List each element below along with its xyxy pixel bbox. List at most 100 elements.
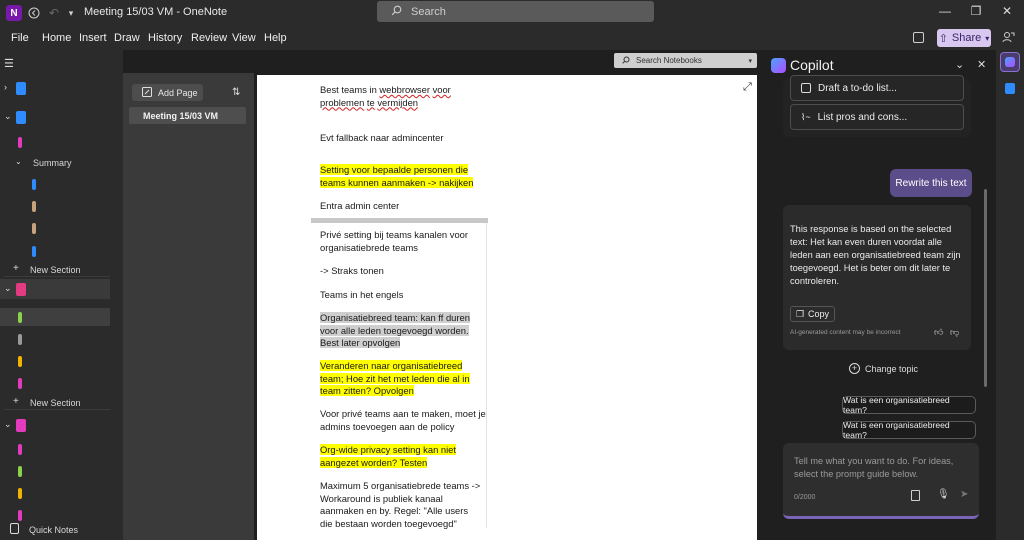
section-group-summary[interactable]: ⌄ Summary [0, 154, 110, 174]
quick-notes-icon [10, 523, 19, 534]
notebook-navigation: ☰ › ⌄ ⌄ Summary + New Section ⌄ + New Se… [0, 50, 123, 540]
minimize-icon[interactable]: — [935, 4, 955, 22]
copilot-input-placeholder: Tell me what you want to do. For ideas, … [794, 456, 954, 479]
note-paragraph[interactable]: Org-wide privacy setting kan niet aangez… [320, 444, 470, 469]
draft-todo-button[interactable]: Draft a to-do list... [790, 75, 964, 101]
tab-view[interactable]: View [232, 32, 256, 44]
note-container-handle[interactable] [311, 218, 488, 223]
note-paragraph[interactable]: Best teams in webbrowser voor problemen t… [320, 84, 480, 109]
pros-cons-button[interactable]: ⌇~ List pros and cons... [790, 104, 964, 130]
section-tab[interactable] [32, 179, 36, 190]
checkbox-icon [801, 83, 811, 93]
note-paragraph[interactable]: Setting voor bepaalde personen die teams… [320, 164, 482, 189]
notebook-view-icon[interactable] [913, 32, 924, 43]
undo-icon[interactable]: ↶ [47, 4, 61, 22]
section-tab[interactable] [18, 137, 22, 148]
change-topic-label: Change topic [865, 363, 919, 374]
thumbs-up-icon[interactable]: 👍︎ [934, 327, 943, 338]
section-tab[interactable] [18, 356, 22, 367]
plus-circle-icon: + [849, 363, 860, 374]
restore-icon[interactable]: ❐ [966, 4, 986, 22]
suggestion-chip[interactable]: Wat is een organisatiebreed team? [842, 395, 976, 415]
tab-help[interactable]: Help [264, 32, 287, 44]
microphone-icon[interactable]: 🎙︎ [937, 489, 950, 500]
note-paragraph[interactable]: -> Straks tonen [320, 265, 480, 278]
copilot-input[interactable]: Tell me what you want to do. For ideas, … [783, 443, 979, 519]
tab-home[interactable]: Home [42, 32, 71, 44]
copilot-logo-icon [771, 58, 786, 73]
expand-icon[interactable]: ⤢ [743, 81, 752, 94]
sort-icon[interactable]: ⇅ [232, 87, 240, 98]
change-topic-button[interactable]: + Change topic [849, 363, 918, 374]
note-paragraph[interactable]: Voor privé teams aan te maken, moet je a… [320, 408, 486, 433]
close-icon[interactable]: ✕ [977, 58, 986, 71]
search-notebooks-input[interactable]: Search Notebooks ▾ [614, 53, 757, 68]
plus-icon: + [13, 263, 19, 274]
customize-toolbar-icon[interactable]: ▾ [66, 4, 76, 22]
section-tab[interactable] [18, 334, 22, 345]
new-section-button[interactable]: + New Section [0, 261, 110, 281]
note-paragraph[interactable]: Entra admin center [320, 200, 480, 213]
notebook-icon [16, 419, 26, 432]
note-paragraph[interactable]: Maximum 5 organisatiebrede teams -> Work… [320, 480, 483, 530]
section-tab[interactable] [18, 444, 22, 455]
tab-review[interactable]: Review [191, 32, 227, 44]
share-label: Share [951, 32, 982, 44]
tab-insert[interactable]: Insert [79, 32, 107, 44]
copilot-rail-icon[interactable] [1000, 52, 1020, 72]
copilot-scrollbar[interactable] [984, 189, 987, 387]
tab-file[interactable]: File [11, 32, 29, 44]
chevron-down-icon: ▾ [748, 57, 752, 65]
onenote-logo-icon: N [6, 5, 22, 21]
share-button[interactable]: ⇧ Share ▾ [937, 29, 991, 47]
section-tab[interactable] [18, 378, 22, 389]
feedback-icon[interactable] [1002, 31, 1015, 44]
note-paragraph[interactable]: Teams in het engels [320, 289, 480, 302]
section-tab[interactable] [32, 223, 36, 234]
back-icon[interactable] [27, 4, 41, 22]
notebook-3[interactable]: ⌄ [0, 279, 110, 299]
new-section-label: New Section [30, 265, 81, 275]
copy-icon: ❐ [795, 308, 805, 319]
tab-draw[interactable]: Draw [114, 32, 140, 44]
copy-button[interactable]: ❐ Copy [790, 306, 835, 322]
add-page-button[interactable]: Add Page [132, 84, 203, 101]
section-group-label: Summary [33, 158, 72, 168]
chevron-down-icon[interactable]: ⌄ [955, 58, 964, 71]
page-list-pane: Add Page ⇅ Meeting 15/03 VM [123, 73, 254, 540]
thumbs-down-icon[interactable]: 👎︎ [950, 327, 959, 338]
search-box[interactable]: Search [377, 1, 654, 22]
notebook-1[interactable]: › [0, 78, 110, 98]
note-paragraph[interactable]: Veranderen naar organisatiebreed team; H… [320, 360, 486, 398]
section-tab[interactable] [32, 201, 36, 212]
search-icon [391, 5, 402, 19]
notebook-2[interactable]: ⌄ [0, 107, 110, 127]
note-canvas[interactable]: ⤢ Best teams in webbrowser voor problemen… [257, 75, 757, 540]
note-paragraph-selected[interactable]: Organisatiebreed team: kan ff duren voor… [320, 312, 486, 350]
suggestion-chip[interactable]: Wat is een organisatiebreed team? [842, 420, 976, 440]
close-icon[interactable]: ✕ [997, 4, 1017, 22]
quick-notes-label: Quick Notes [29, 525, 79, 535]
page-item[interactable]: Meeting 15/03 VM [129, 107, 246, 124]
chevron-down-icon: ⌄ [15, 157, 22, 166]
window-title: Meeting 15/03 VM - OneNote [84, 6, 228, 18]
note-paragraph[interactable]: Evt fallback naar admincenter [320, 132, 500, 145]
quick-notes-button[interactable]: Quick Notes [0, 518, 123, 540]
section-tab[interactable] [18, 488, 22, 499]
hamburger-icon[interactable]: ☰ [4, 57, 14, 70]
section-tab[interactable] [32, 246, 36, 257]
send-icon[interactable]: ➤ [960, 489, 968, 500]
prompt-suggestions-card: Draft a to-do list... ⌇~ List pros and c… [783, 75, 971, 137]
tab-history[interactable]: History [148, 32, 182, 44]
section-selected[interactable] [0, 308, 110, 326]
notebook-icon [16, 111, 26, 124]
note-paragraph[interactable]: Privé setting bij teams kanalen voor org… [320, 229, 480, 254]
notebook-icon [16, 82, 26, 95]
prompt-guide-icon[interactable] [911, 490, 920, 501]
section-tab [18, 312, 22, 323]
new-section-button[interactable]: + New Section [0, 394, 110, 414]
notebook-4[interactable]: ⌄ [0, 415, 110, 435]
onenote-rail-icon[interactable] [1000, 78, 1020, 98]
share-icon: ⇧ [938, 32, 948, 45]
section-tab[interactable] [18, 466, 22, 477]
